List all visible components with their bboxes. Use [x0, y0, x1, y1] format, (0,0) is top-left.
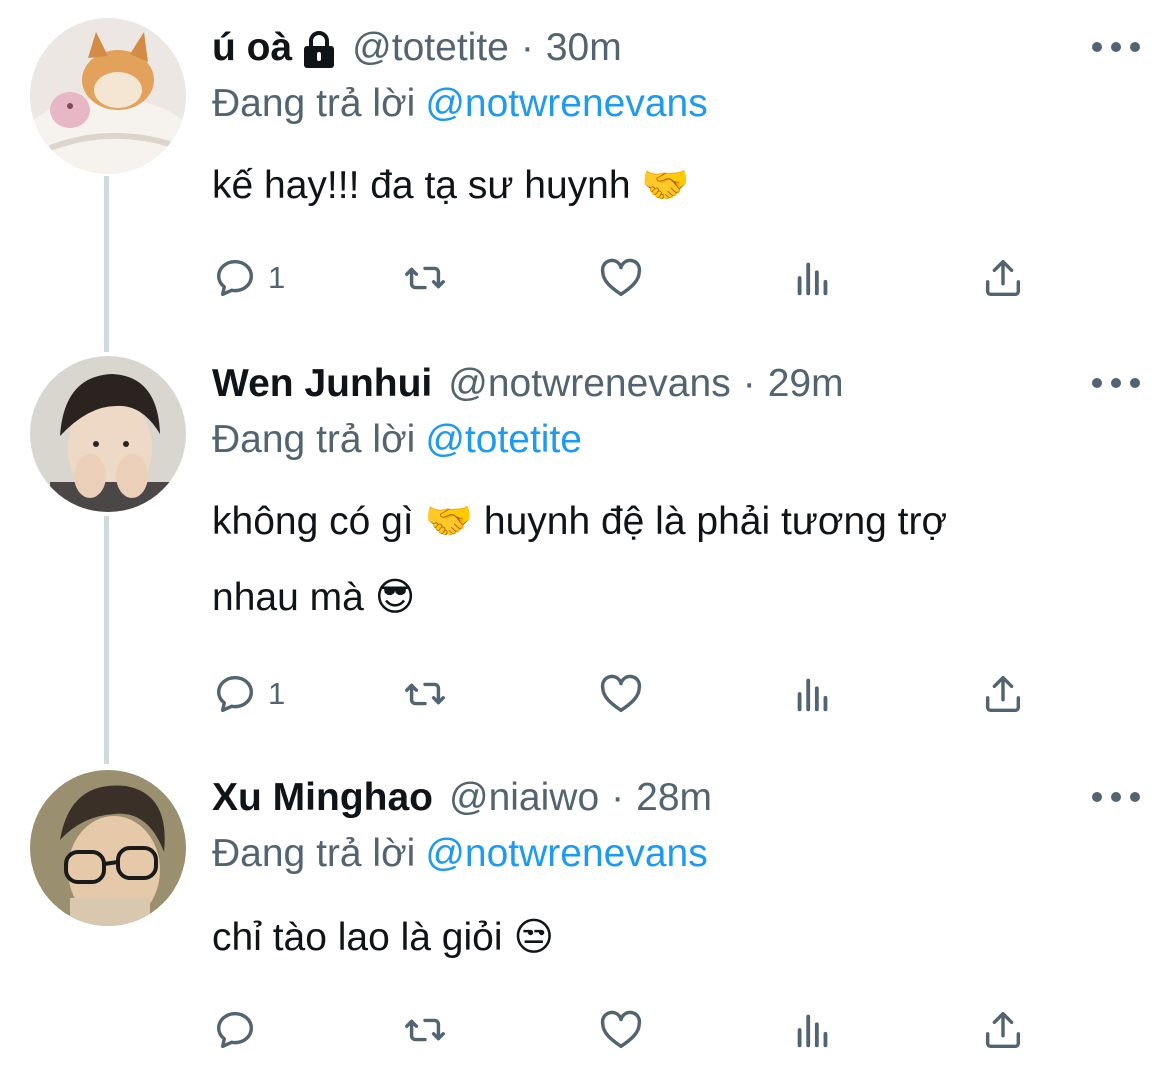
avatar[interactable] [30, 770, 186, 926]
thread-line [104, 516, 109, 764]
more-icon[interactable] [1092, 368, 1140, 398]
reply-count: 1 [268, 676, 286, 711]
retweet-button[interactable] [402, 250, 448, 306]
share-button[interactable] [980, 1002, 1026, 1058]
analytics-icon [797, 678, 828, 712]
share-icon [985, 1011, 1021, 1049]
tweet-text: không có gì 🤝 huynh đệ là phải tương trợ… [212, 484, 1132, 636]
retweet-button[interactable] [402, 666, 448, 722]
user-handle[interactable]: @niaiwo [449, 768, 599, 828]
reply-icon [216, 259, 254, 297]
analytics-button[interactable] [790, 250, 836, 306]
like-icon [600, 258, 642, 297]
avatar[interactable] [30, 18, 186, 174]
display-name[interactable]: ú oà [212, 18, 292, 78]
share-button[interactable] [980, 250, 1026, 306]
like-button[interactable] [598, 1002, 644, 1058]
replying-mention[interactable]: @notwrenevans [425, 82, 707, 125]
retweet-icon [405, 266, 445, 290]
tweet-text: chỉ tào lao là giỏi 😒 [212, 900, 1132, 976]
timestamp[interactable]: 28m [636, 768, 712, 828]
share-button[interactable] [980, 666, 1026, 722]
tweet-header: Xu Minghao @niaiwo · 28m [212, 768, 712, 828]
replying-label: Đang trả lời [212, 82, 416, 125]
share-icon [985, 675, 1021, 713]
like-button[interactable] [598, 666, 644, 722]
action-bar: 1 [212, 250, 1052, 306]
retweet-button[interactable] [402, 1002, 448, 1058]
replying-mention[interactable]: @totetite [425, 418, 582, 461]
tweet-text: kế hay!!! đa tạ sư huynh 🤝 [212, 148, 1132, 224]
timestamp[interactable]: 30m [546, 18, 622, 78]
lock-icon [300, 28, 338, 68]
replying-label: Đang trả lời [212, 418, 416, 461]
display-name[interactable]: Wen Junhui [212, 354, 432, 414]
tweet-header: ú oà @totetite · 30m [212, 18, 622, 78]
thread-line [104, 176, 109, 352]
action-bar [212, 1002, 1052, 1058]
reply-button[interactable]: 1 [212, 666, 285, 722]
tweet-text-line: nhau mà 😎 [212, 576, 416, 619]
retweet-icon [405, 1018, 445, 1042]
like-icon [600, 674, 642, 713]
tweet-header: Wen Junhui @notwrenevans · 29m [212, 354, 844, 414]
more-icon[interactable] [1092, 32, 1140, 62]
replying-to: Đang trả lời @totetite [212, 410, 582, 470]
reply-icon [216, 1011, 254, 1049]
analytics-button[interactable] [790, 1002, 836, 1058]
separator: · [742, 362, 756, 405]
tweet-text-line: kế hay!!! đa tạ sư huynh 🤝 [212, 164, 690, 207]
share-icon [985, 259, 1021, 297]
avatar[interactable] [30, 356, 186, 512]
like-button[interactable] [598, 250, 644, 306]
analytics-icon [797, 262, 828, 296]
user-handle[interactable]: @notwrenevans [448, 354, 730, 414]
replying-label: Đang trả lời [212, 832, 416, 875]
analytics-icon [797, 1014, 828, 1048]
analytics-button[interactable] [790, 666, 836, 722]
retweet-icon [405, 682, 445, 706]
replying-to: Đang trả lời @notwrenevans [212, 824, 708, 884]
timestamp[interactable]: 29m [768, 354, 844, 414]
more-icon[interactable] [1092, 782, 1140, 812]
reply-icon [216, 675, 254, 713]
user-handle[interactable]: @totetite [352, 18, 509, 78]
reply-button[interactable] [212, 1002, 268, 1058]
like-icon [600, 1010, 642, 1049]
separator: · [520, 26, 534, 69]
tweet-text-line: không có gì 🤝 huynh đệ là phải tương trợ [212, 500, 948, 543]
replying-mention[interactable]: @notwrenevans [425, 832, 707, 875]
action-bar: 1 [212, 666, 1052, 722]
reply-count: 1 [268, 260, 286, 295]
display-name[interactable]: Xu Minghao [212, 768, 433, 828]
replying-to: Đang trả lời @notwrenevans [212, 74, 708, 134]
tweet-text-line: chỉ tào lao là giỏi 😒 [212, 916, 555, 959]
reply-button[interactable]: 1 [212, 250, 285, 306]
separator: · [611, 776, 625, 819]
